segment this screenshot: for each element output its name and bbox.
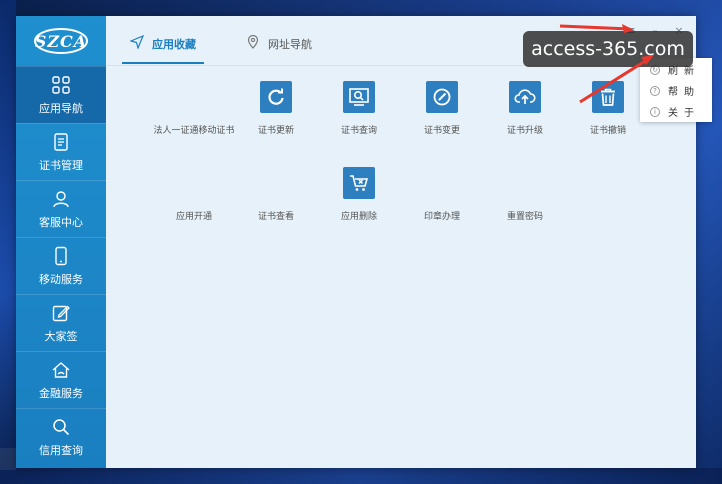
tab-favorites[interactable]: 应用收藏 [130, 35, 196, 62]
send-icon [130, 35, 144, 49]
watermark-text: access-365.com [531, 38, 685, 60]
blank-icon [260, 167, 292, 199]
app-tile-app-activate[interactable]: 应用开通 [152, 167, 236, 224]
app-tile-seal-process[interactable]: 印章办理 [400, 167, 484, 224]
app-grid: 法人一证通移动证书 证书更新 证书查询 证书变更 证书升级 证书撤销 应用开通 … [106, 76, 696, 276]
main-panel: 应用收藏 网址导航 ≡ – × 法人一证通移动证书 [106, 16, 696, 468]
upload-icon [509, 81, 541, 113]
svg-text:SZCA: SZCA [35, 32, 87, 51]
menu-item-help[interactable]: ? 帮助 [640, 80, 712, 101]
blank-icon [509, 167, 541, 199]
app-tile-reset-password[interactable]: 重置密码 [483, 167, 567, 224]
tab-label: 网址导航 [268, 38, 312, 51]
phone-icon [55, 246, 67, 265]
search-icon [53, 418, 70, 435]
sidebar-item-label: 应用导航 [39, 101, 83, 115]
active-tab-indicator [122, 62, 204, 64]
app-window: SZCA 应用导航 证书管理 客服中心 移动服务 大家签 金融服务 信用查询 应… [16, 16, 696, 468]
app-logo: SZCA [16, 16, 106, 66]
document-icon [54, 132, 68, 151]
sidebar-item-label: 信用查询 [39, 443, 83, 457]
sidebar-item-label: 大家签 [44, 329, 78, 343]
home-icon [52, 361, 70, 378]
sidebar: SZCA 应用导航 证书管理 客服中心 移动服务 大家签 金融服务 信用查询 [16, 16, 106, 468]
app-label: 证书变更 [423, 126, 460, 136]
edit-icon [52, 305, 70, 321]
sidebar-item-credit-query[interactable]: 信用查询 [16, 408, 106, 465]
sidebar-item-label: 移动服务 [39, 272, 83, 286]
app-tile-cert-revoke[interactable]: 证书撤销 [566, 81, 650, 138]
sidebar-item-label: 证书管理 [39, 158, 83, 172]
app-tile-cert-update[interactable]: 证书更新 [234, 81, 318, 138]
app-label: 证书更新 [257, 126, 294, 136]
menu-item-label: 帮助 [668, 87, 700, 98]
tab-label: 应用收藏 [152, 38, 196, 51]
location-pin-icon [247, 35, 259, 49]
app-tile-app-delete[interactable]: 应用删除 [317, 167, 401, 224]
blank-icon [178, 81, 210, 113]
desktop-background-left [0, 0, 16, 484]
blank-icon [178, 167, 210, 199]
refresh-icon [260, 81, 292, 113]
app-label: 应用开通 [175, 212, 212, 222]
app-label: 证书查询 [340, 126, 377, 136]
sidebar-item-label: 客服中心 [39, 215, 83, 229]
help-icon: ? [650, 85, 660, 96]
sidebar-item-app-nav[interactable]: 应用导航 [16, 66, 106, 123]
app-tile-cert-view[interactable]: 证书查看 [234, 167, 318, 224]
app-tile-cert-query[interactable]: 证书查询 [317, 81, 401, 138]
sidebar-item-dajiaqian[interactable]: 大家签 [16, 294, 106, 351]
logo-mark: SZCA [34, 28, 88, 54]
certificate-search-icon [343, 81, 375, 113]
certificate-change-icon [426, 81, 458, 113]
sidebar-item-mobile-service[interactable]: 移动服务 [16, 237, 106, 294]
sidebar-item-service-center[interactable]: 客服中心 [16, 180, 106, 237]
sidebar-item-finance[interactable]: 金融服务 [16, 351, 106, 408]
info-icon: i [650, 106, 660, 117]
dropdown-menu: ↻ 刷新 ? 帮助 i 关于 [640, 58, 712, 122]
cart-delete-icon [343, 167, 375, 199]
taskbar-edge [0, 448, 16, 470]
user-icon [53, 190, 69, 207]
desktop-background-bottom [0, 468, 722, 484]
sidebar-item-cert-mgmt[interactable]: 证书管理 [16, 123, 106, 180]
watermark: access-365.com [523, 31, 693, 67]
blank-icon [426, 167, 458, 199]
grid-icon [52, 75, 70, 94]
app-tile-cert-change[interactable]: 证书变更 [400, 81, 484, 138]
menu-item-label: 关于 [668, 108, 700, 119]
app-label: 印章办理 [423, 212, 460, 222]
app-tile-legal-mobile-cert[interactable]: 法人一证通移动证书 [152, 81, 236, 138]
trash-icon [592, 81, 624, 113]
app-label: 应用删除 [340, 212, 377, 222]
sidebar-item-label: 金融服务 [39, 386, 83, 400]
menu-item-about[interactable]: i 关于 [640, 101, 712, 122]
app-label: 法人一证通移动证书 [153, 126, 235, 136]
app-tile-cert-upgrade[interactable]: 证书升级 [483, 81, 567, 138]
app-label: 证书撤销 [589, 126, 626, 136]
app-label: 重置密码 [506, 212, 543, 222]
app-label: 证书查看 [257, 212, 294, 222]
app-label: 证书升级 [506, 126, 543, 136]
tab-url-nav[interactable]: 网址导航 [246, 35, 312, 62]
